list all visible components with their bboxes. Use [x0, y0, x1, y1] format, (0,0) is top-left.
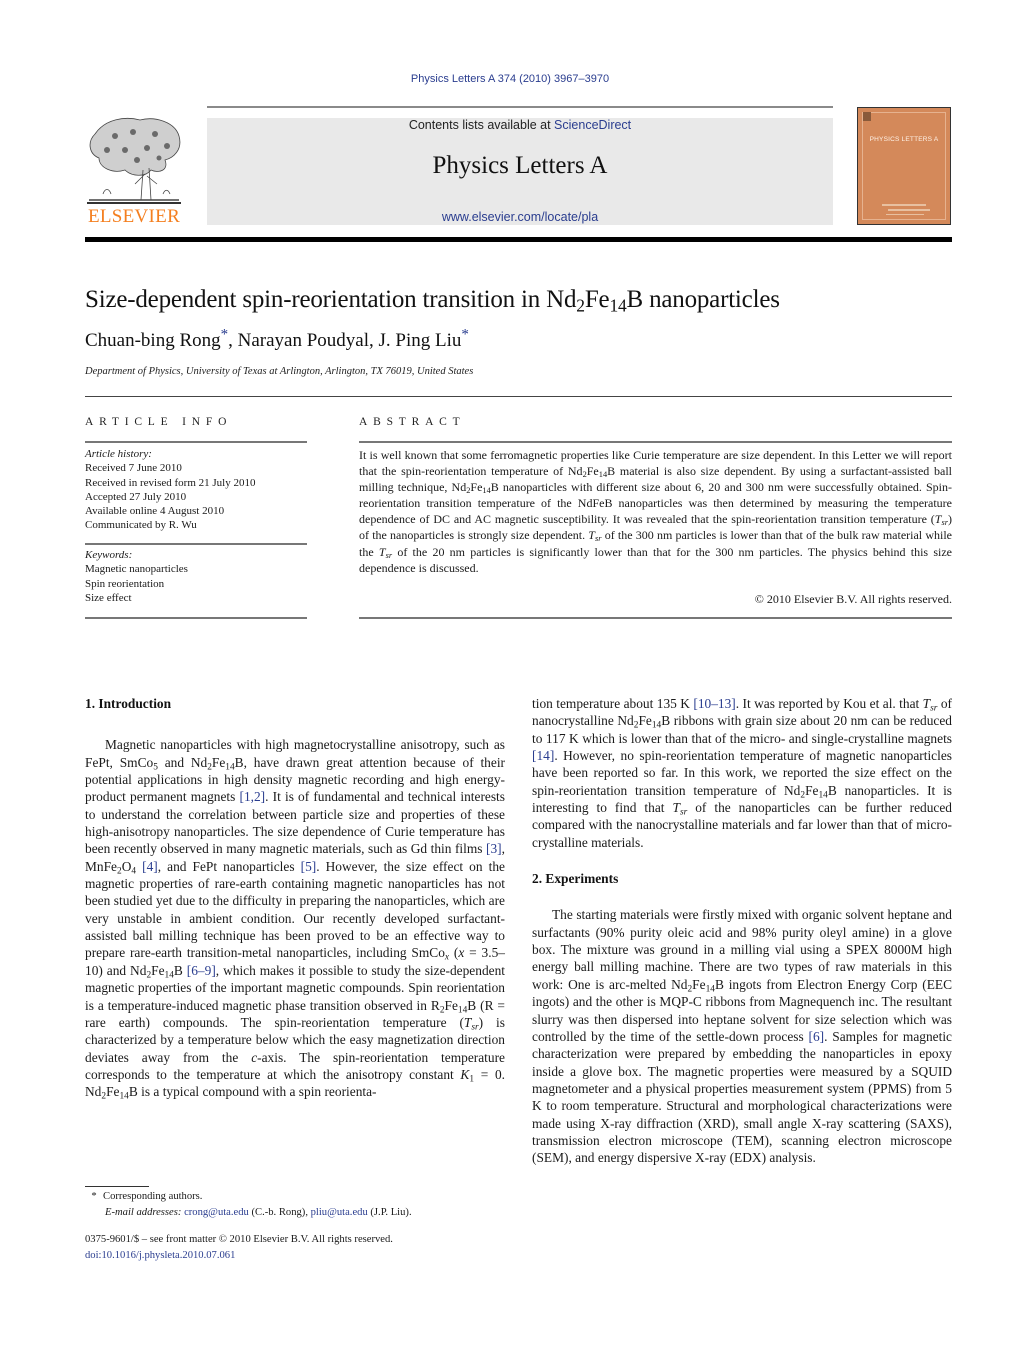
- author-name[interactable]: Chuan-bing Rong: [85, 330, 221, 351]
- abstract-rule: [359, 617, 952, 619]
- citation-link[interactable]: [10–13]: [693, 696, 735, 711]
- contents-available-line: Contents lists available at ScienceDirec…: [207, 118, 833, 132]
- abstract-text: It is well known that some ferromagnetic…: [359, 448, 953, 575]
- footnote-star: *: [91, 1191, 97, 1202]
- corresponding-footnote: * Corresponding authors.: [85, 1189, 202, 1205]
- keyword-item: Size effect: [85, 591, 132, 604]
- email-footnote: E-mail addresses: crong@uta.edu (C.-b. R…: [105, 1205, 412, 1221]
- section-heading-experiments: 2. Experiments: [532, 871, 619, 887]
- author-name[interactable]: J. Ping Liu: [379, 330, 462, 351]
- footnote-text: Corresponding authors.: [103, 1191, 203, 1202]
- history-item: Accepted 27 July 2010: [85, 490, 187, 503]
- doi-link[interactable]: doi:10.1016/j.physleta.2010.07.061: [85, 1250, 235, 1261]
- affiliation: Department of Physics, University of Tex…: [85, 366, 474, 377]
- author-list: Chuan-bing Rong *, Narayan Poudyal, J. Pi…: [85, 327, 469, 352]
- sciencedirect-link[interactable]: ScienceDirect: [554, 118, 631, 132]
- citation-link[interactable]: [3]: [486, 841, 502, 856]
- left-column: 1. Introduction Magnetic nanoparticles w…: [85, 695, 505, 1101]
- journal-cover-thumbnail[interactable]: PHYSICS LETTERS A: [857, 107, 951, 225]
- issn-copyright: 0375-9601/$ – see front matter © 2010 El…: [85, 1234, 393, 1245]
- journal-citation[interactable]: Physics Letters A 374 (2010) 3967–3970: [0, 73, 1020, 85]
- keywords-label: Keywords:: [85, 549, 133, 561]
- article-info-heading: ARTICLE INFO: [85, 416, 233, 428]
- keywords: Keywords: Magnetic nanoparticles Spin re…: [85, 548, 307, 605]
- title-block-rule: [85, 396, 952, 397]
- intro-paragraph-continued: tion temperature about 135 K [10–13]. It…: [532, 696, 953, 850]
- paper-title: Size-dependent spin-reorientation transi…: [85, 286, 780, 314]
- right-column: tion temperature about 135 K [10–13]. It…: [532, 695, 952, 1167]
- front-matter: 0375-9601/$ – see front matter © 2010 El…: [85, 1232, 393, 1264]
- cover-footer-line: [886, 214, 924, 215]
- header-top-rule: [207, 106, 833, 108]
- author-separator: ,: [369, 330, 379, 351]
- title-subscript: 2: [576, 295, 585, 316]
- article-history-label: Article history:: [85, 448, 152, 460]
- article-history: Article history: Received 7 June 2010 Re…: [85, 447, 307, 533]
- email-owner: (C.-b. Rong),: [248, 1207, 311, 1218]
- title-text: Fe: [584, 286, 610, 313]
- title-text: Size-dependent spin-reorientation transi…: [85, 286, 577, 313]
- cover-title: PHYSICS LETTERS A: [869, 136, 939, 143]
- tree-icon: [87, 117, 181, 204]
- abstract-copyright: © 2010 Elsevier B.V. All rights reserved…: [754, 592, 952, 606]
- abstract-rule: [359, 441, 952, 443]
- citation-link[interactable]: [4]: [142, 859, 158, 874]
- history-item: Received 7 June 2010: [85, 462, 182, 475]
- keyword-item: Magnetic nanoparticles: [85, 563, 188, 576]
- intro-paragraph: Magnetic nanoparticles with high magneto…: [85, 737, 506, 1102]
- elsevier-wordmark: ELSEVIER: [87, 206, 181, 227]
- email-owner: (J.P. Liu).: [367, 1207, 412, 1218]
- email-label: E-mail addresses:: [105, 1207, 182, 1218]
- article-info-rule: [85, 617, 307, 619]
- author-separator: ,: [228, 330, 238, 351]
- article-info-rule: [85, 441, 307, 443]
- author-name[interactable]: Narayan Poudyal: [238, 330, 369, 351]
- header-thick-rule: [85, 237, 952, 242]
- email-link[interactable]: crong@uta.edu: [184, 1207, 249, 1218]
- journal-title: Physics Letters A: [432, 152, 608, 179]
- citation-link[interactable]: [6–9]: [187, 963, 216, 978]
- citation-link[interactable]: [14]: [532, 748, 554, 763]
- footnote-rule: [85, 1186, 149, 1187]
- title-subscript: 14: [609, 295, 627, 316]
- abstract-heading: ABSTRACT: [359, 416, 466, 428]
- corresponding-author-mark[interactable]: *: [461, 327, 469, 343]
- history-item: Received in revised form 21 July 2010: [85, 476, 256, 489]
- citation-link[interactable]: [5]: [301, 859, 317, 874]
- history-item: Available online 4 August 2010: [85, 505, 225, 518]
- title-text: B nanoparticles: [626, 286, 780, 313]
- citation-link[interactable]: [1,2]: [239, 789, 265, 804]
- email-link[interactable]: pliu@uta.edu: [311, 1207, 368, 1218]
- cover-footer-line: [882, 204, 926, 206]
- citation-link[interactable]: [6]: [809, 1029, 825, 1044]
- journal-homepage-link[interactable]: www.elsevier.com/locate/pla: [207, 210, 833, 224]
- contents-prefix: Contents lists available at: [408, 118, 555, 132]
- article-info-rule: [85, 543, 307, 545]
- cover-elsevier-mini-logo: [863, 112, 871, 121]
- cover-footer-line: [888, 209, 930, 211]
- experiments-paragraph: The starting materials were firstly mixe…: [532, 907, 952, 1166]
- section-heading-introduction: 1. Introduction: [85, 696, 172, 711]
- keyword-item: Spin reorientation: [85, 577, 165, 590]
- history-item: Communicated by R. Wu: [85, 519, 197, 532]
